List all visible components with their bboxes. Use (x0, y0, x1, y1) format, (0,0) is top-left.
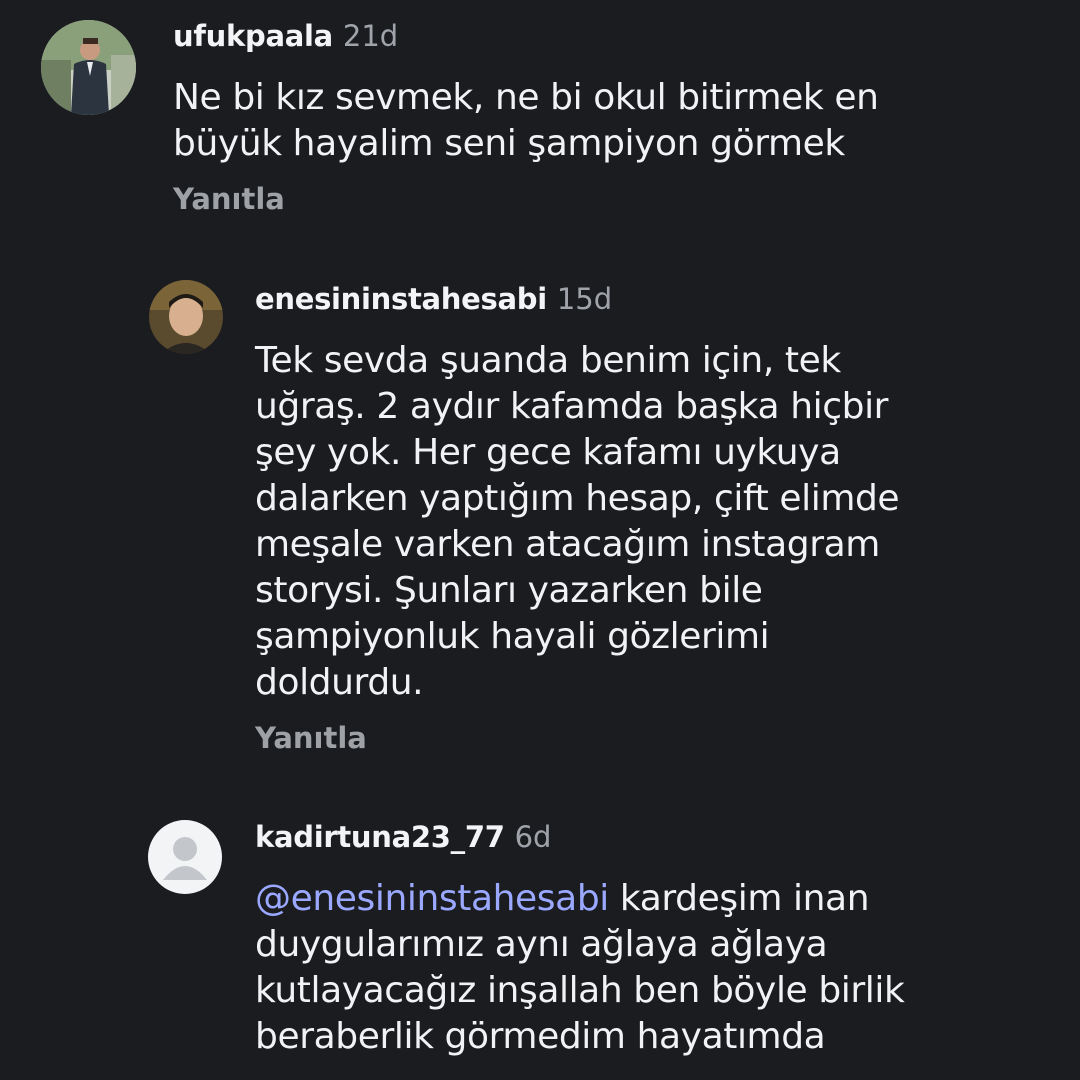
username[interactable]: enesininstahesabi (255, 282, 547, 316)
comment-text: Tek sevda şuanda benim için, tek uğraş. … (255, 340, 900, 703)
username[interactable]: ufukpaala (173, 19, 333, 53)
reply-button[interactable]: Yanıtla (255, 724, 367, 753)
user-photo-avatar[interactable] (41, 20, 136, 115)
reply-button[interactable]: Yanıtla (173, 185, 285, 214)
comment-header: kadirtuna23_77 6d (255, 823, 551, 852)
username[interactable]: kadirtuna23_77 (255, 820, 505, 854)
default-user-avatar[interactable] (148, 820, 222, 894)
user-photo-avatar[interactable] (149, 280, 223, 354)
timestamp: 21d (342, 19, 399, 53)
mention-link[interactable]: @enesininstahesabi (255, 878, 609, 919)
timestamp: 15d (556, 282, 613, 316)
comment-header: ufukpaala 21d (173, 22, 398, 51)
comment-header: enesininstahesabi 15d (255, 285, 612, 314)
comment-text: @enesininstahesabi kardeşim inan duygula… (255, 876, 975, 1060)
comment-text: Ne bi kız sevmek, ne bi okul bitirmek en… (173, 77, 879, 164)
timestamp: 6d (514, 820, 552, 854)
